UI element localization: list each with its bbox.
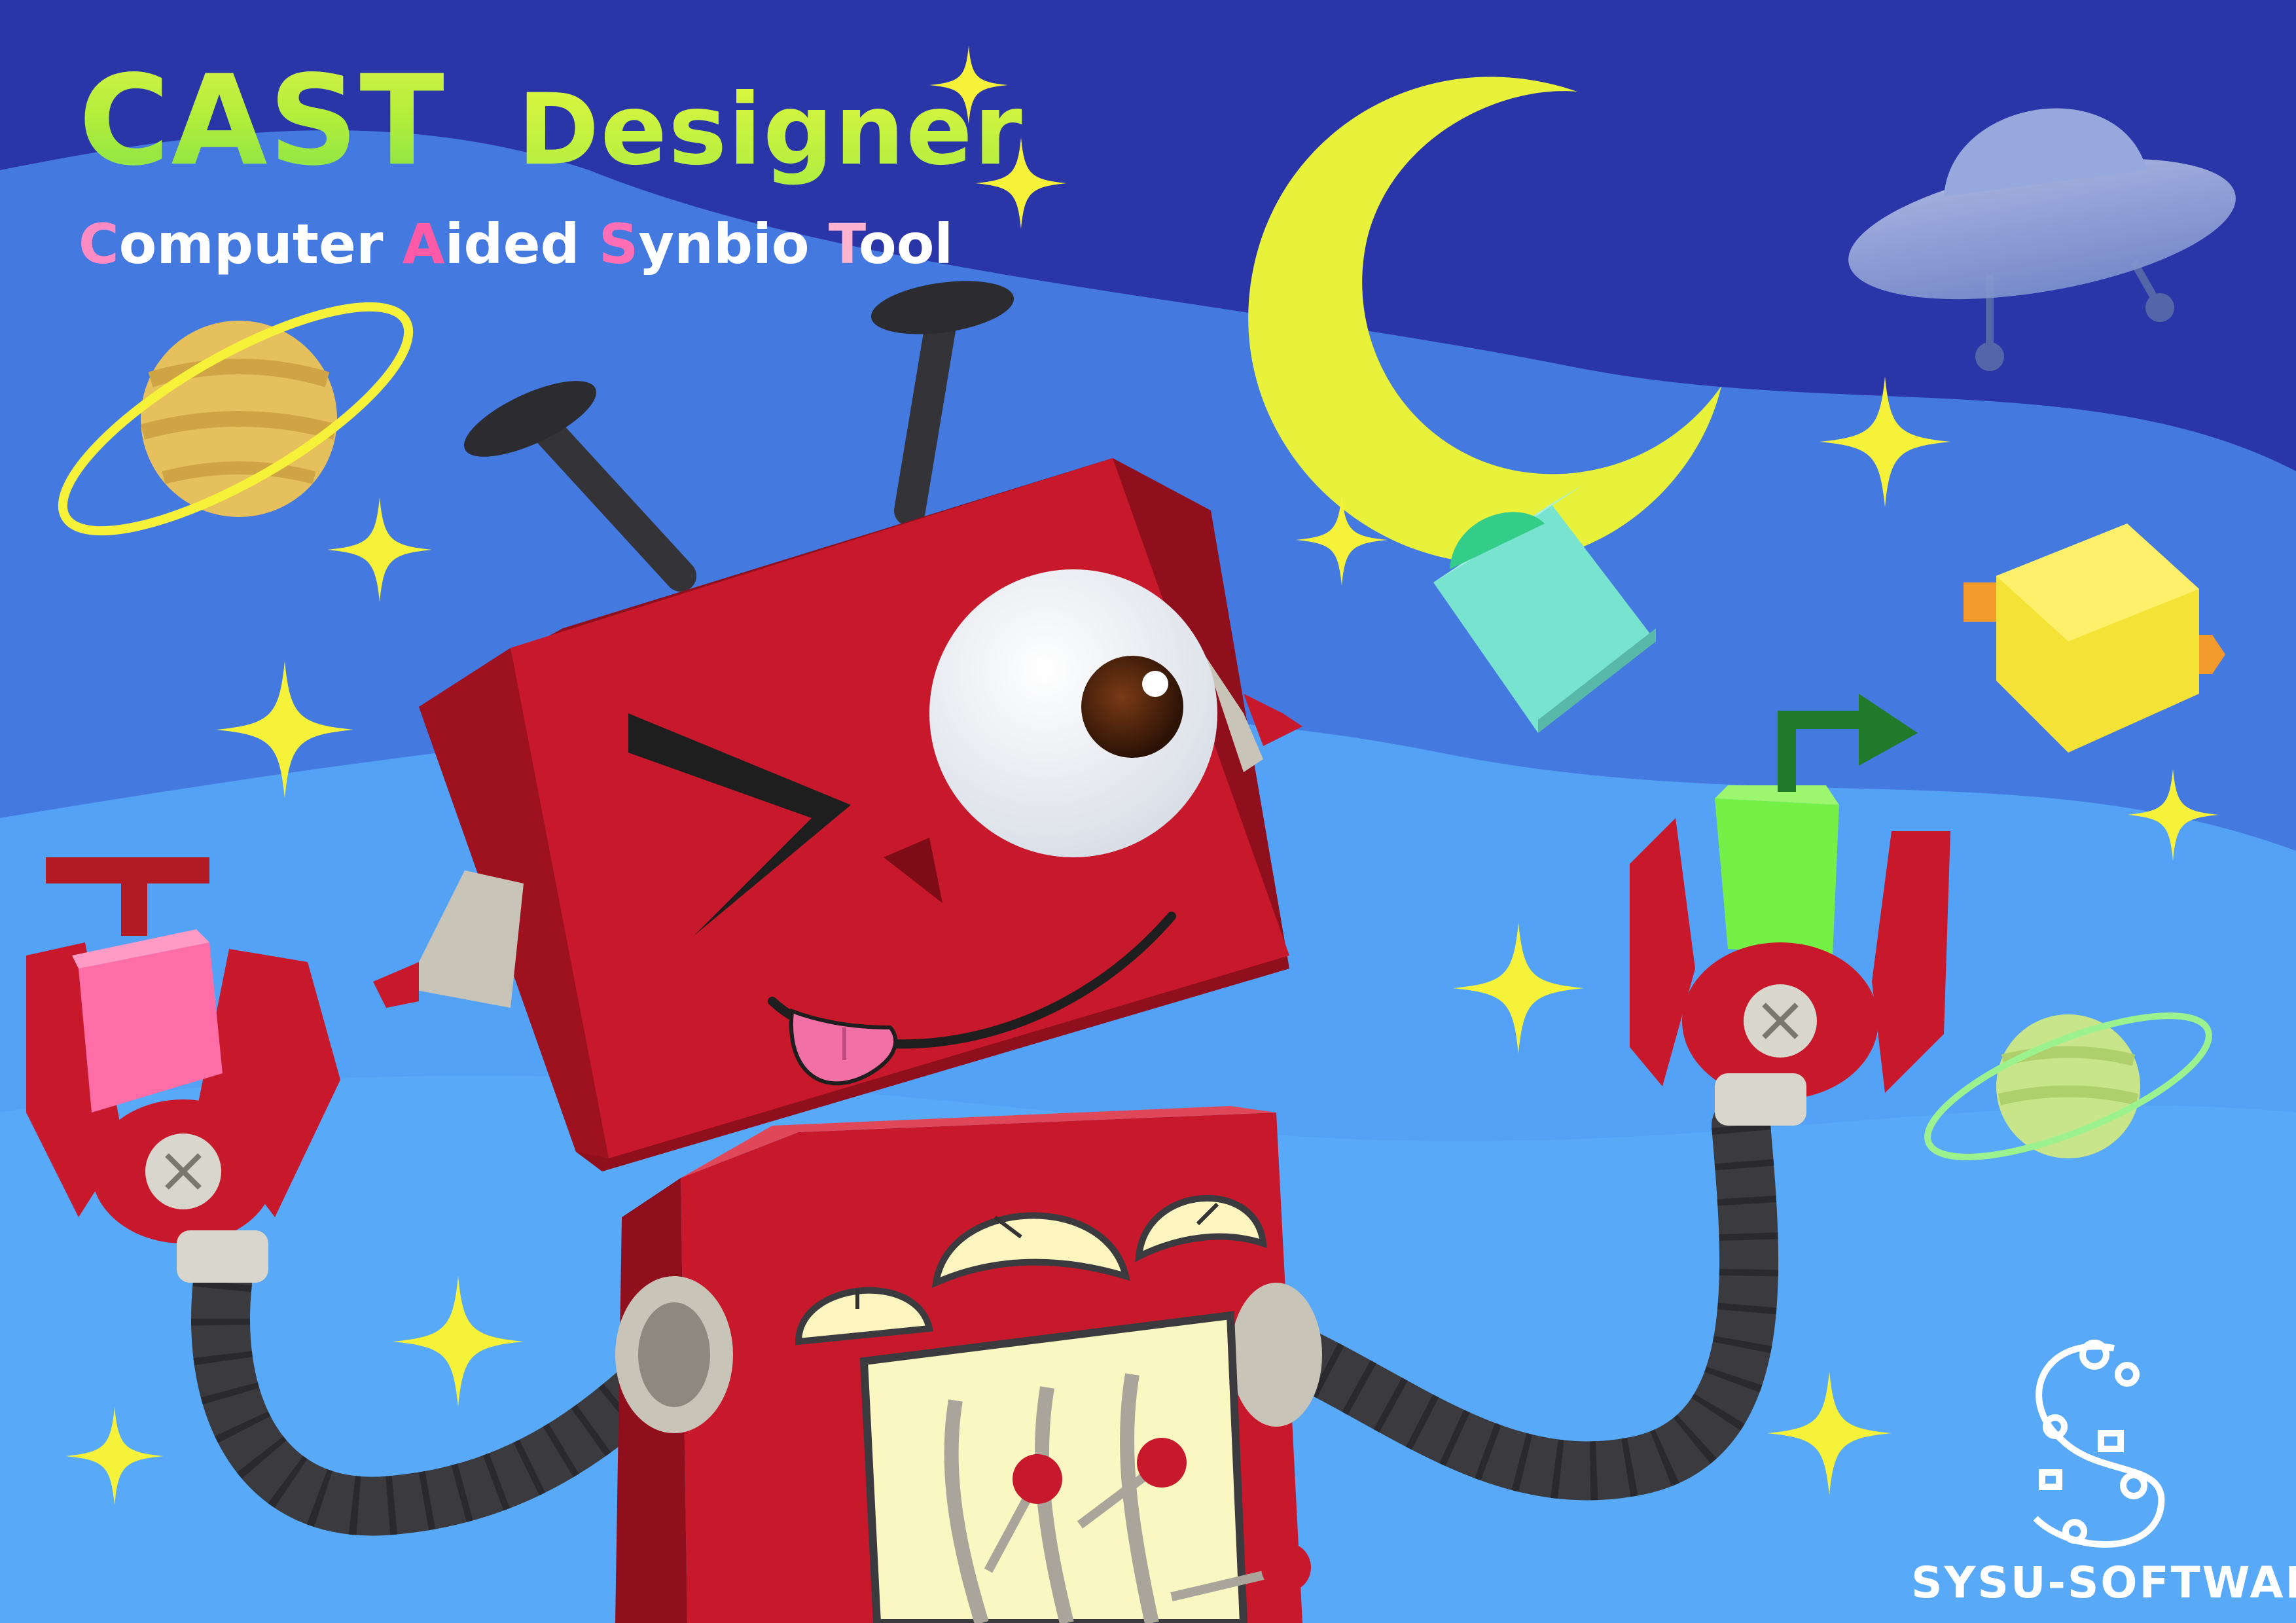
subtitle: Computer Aided Synbio Tool	[79, 208, 1024, 280]
subtitle-initial: S	[598, 212, 639, 276]
title-block: CAST Designer Computer Aided Synbio Tool	[79, 46, 1024, 280]
subtitle-rest: ided	[444, 212, 580, 276]
subtitle-initial: C	[79, 212, 119, 276]
brand-name: SYSU-SOFTWARE	[1911, 1558, 2296, 1608]
title-main: CAST	[79, 46, 446, 196]
subtitle-rest: omputer	[118, 212, 384, 276]
poster: CAST Designer Computer Aided Synbio Tool …	[0, 0, 2296, 1623]
title-secondary: Designer	[518, 55, 1024, 205]
subtitle-rest: ool	[859, 212, 954, 276]
app-title: CAST Designer	[79, 46, 1024, 205]
subtitle-initial: T	[828, 212, 859, 276]
subtitle-initial: A	[402, 212, 445, 276]
subtitle-rest: ynbio	[638, 212, 810, 276]
